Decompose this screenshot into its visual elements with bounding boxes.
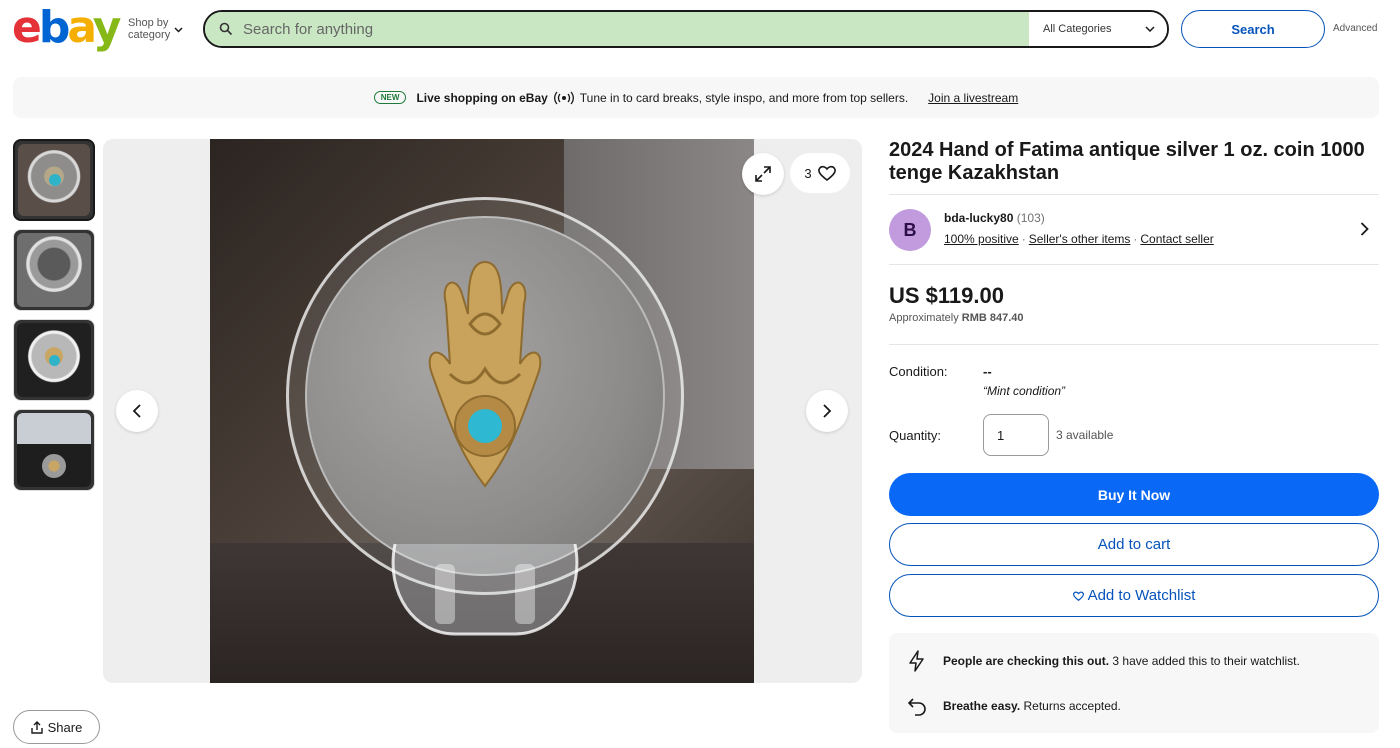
banner-text: Tune in to card breaks, style inspo, and… bbox=[579, 90, 909, 105]
next-image-button[interactable] bbox=[806, 390, 848, 432]
buy-it-now-label: Buy It Now bbox=[1097, 486, 1171, 503]
buy-it-now-button[interactable]: Buy It Now bbox=[889, 473, 1379, 516]
search-field bbox=[205, 12, 1029, 46]
seller-avatar[interactable]: B bbox=[889, 209, 931, 251]
add-to-watchlist-button[interactable]: Add to Watchlist bbox=[889, 574, 1379, 617]
chevron-down-icon bbox=[1145, 26, 1155, 32]
logo-letter-a: a bbox=[67, 2, 95, 53]
advanced-search-link[interactable]: Advanced bbox=[1333, 23, 1377, 34]
search-icon bbox=[219, 22, 233, 36]
quantity-label: Quantity: bbox=[889, 428, 942, 443]
add-to-cart-button[interactable]: Add to cart bbox=[889, 523, 1379, 566]
condition-value: -- bbox=[983, 364, 992, 379]
shop-by-line2: category bbox=[128, 29, 171, 41]
condition-description: “Mint condition” bbox=[983, 384, 1066, 398]
seller-links: 100% positive · Seller's other items · Conta… bbox=[944, 232, 1214, 246]
thumbnail-2[interactable] bbox=[13, 229, 95, 311]
category-select-label: All Categories bbox=[1043, 23, 1112, 35]
thumbnail-1[interactable] bbox=[13, 139, 95, 221]
available-quantity: 3 available bbox=[1056, 428, 1114, 442]
watchers-bold-text: People are checking this out. bbox=[943, 654, 1110, 668]
live-broadcast-icon bbox=[553, 91, 574, 104]
thumbnail-3[interactable] bbox=[13, 319, 95, 401]
logo-letter-b: b bbox=[38, 2, 70, 53]
expand-image-button[interactable] bbox=[742, 153, 784, 195]
chevron-right-icon[interactable] bbox=[1360, 221, 1369, 237]
watchers-text: 3 have added this to their watchlist. bbox=[1112, 654, 1300, 668]
share-button[interactable]: Share bbox=[13, 710, 100, 744]
seller-feedback-count: (103) bbox=[1016, 211, 1045, 225]
share-icon bbox=[30, 720, 43, 734]
shop-by-line1: Shop by bbox=[128, 17, 169, 29]
seller-name[interactable]: bda-lucky80 bbox=[944, 211, 1013, 225]
contact-seller-link[interactable]: Contact seller bbox=[1140, 232, 1213, 246]
main-image-gallery[interactable]: 3 bbox=[103, 139, 862, 683]
search-bar: All Categories bbox=[203, 10, 1169, 48]
info-box: People are checking this out. 3 have add… bbox=[889, 633, 1379, 733]
banner-title: Live shopping on eBay bbox=[416, 90, 548, 105]
hamsa-hand-design bbox=[428, 260, 542, 488]
watchers-info-row: People are checking this out. 3 have add… bbox=[905, 649, 1300, 673]
seller-name-line: bda-lucky80 (103) bbox=[944, 211, 1045, 225]
heart-icon bbox=[817, 165, 836, 181]
search-input[interactable] bbox=[243, 20, 943, 38]
chevron-down-icon bbox=[174, 27, 183, 33]
thumbnail-list bbox=[13, 139, 95, 499]
add-to-cart-label: Add to cart bbox=[1097, 536, 1171, 553]
divider bbox=[889, 344, 1379, 345]
returns-bold-text: Breathe easy. bbox=[943, 699, 1021, 713]
returns-info-row: Breathe easy. Returns accepted. bbox=[905, 694, 1121, 718]
heart-icon bbox=[1072, 591, 1084, 601]
seller-card[interactable]: B bda-lucky80 (103) 100% positive · Seller… bbox=[889, 208, 1379, 252]
shop-by-category-button[interactable]: Shop by category bbox=[128, 17, 183, 41]
divider bbox=[889, 194, 1379, 195]
chevron-left-icon bbox=[132, 404, 141, 418]
new-badge: NEW bbox=[373, 91, 407, 104]
coin-stand bbox=[391, 543, 579, 636]
add-to-watchlist-label: Add to Watchlist bbox=[1087, 587, 1196, 604]
thumbnail-4[interactable] bbox=[13, 409, 95, 491]
logo-letter-y: y bbox=[92, 2, 122, 53]
lightning-icon bbox=[909, 650, 924, 672]
condition-label: Condition: bbox=[889, 364, 948, 379]
logo-letter-e: e bbox=[12, 2, 42, 53]
search-button[interactable]: Search bbox=[1181, 10, 1325, 48]
seller-other-items-link[interactable]: Seller's other items bbox=[1029, 232, 1131, 246]
shop-by-category-label: Shop by category bbox=[128, 17, 170, 41]
positive-feedback-link[interactable]: 100% positive bbox=[944, 232, 1019, 246]
quantity-input[interactable] bbox=[983, 414, 1049, 456]
product-photo bbox=[210, 139, 754, 683]
item-price: US $119.00 bbox=[889, 283, 1004, 308]
ebay-logo[interactable]: ebay bbox=[12, 6, 121, 50]
share-label: Share bbox=[47, 719, 83, 735]
watch-count: 3 bbox=[804, 165, 812, 181]
return-arrow-icon bbox=[907, 698, 926, 716]
expand-icon bbox=[755, 166, 771, 182]
join-livestream-link[interactable]: Join a livestream bbox=[928, 91, 1018, 105]
approximate-price: Approximately RMB 847.40 bbox=[889, 312, 1024, 324]
approx-value: RMB 847.40 bbox=[961, 312, 1024, 324]
previous-image-button[interactable] bbox=[116, 390, 158, 432]
listing-title: 2024 Hand of Fatima antique silver 1 oz.… bbox=[889, 139, 1365, 184]
divider bbox=[889, 264, 1379, 265]
live-shopping-banner: NEW Live shopping on eBay Tune in to car… bbox=[13, 77, 1379, 118]
returns-text: Returns accepted. bbox=[1023, 699, 1121, 713]
watch-count-button[interactable]: 3 bbox=[790, 153, 850, 193]
approx-label: Approximately bbox=[889, 312, 959, 324]
category-select[interactable]: All Categories bbox=[1029, 12, 1167, 46]
chevron-right-icon bbox=[823, 404, 832, 418]
